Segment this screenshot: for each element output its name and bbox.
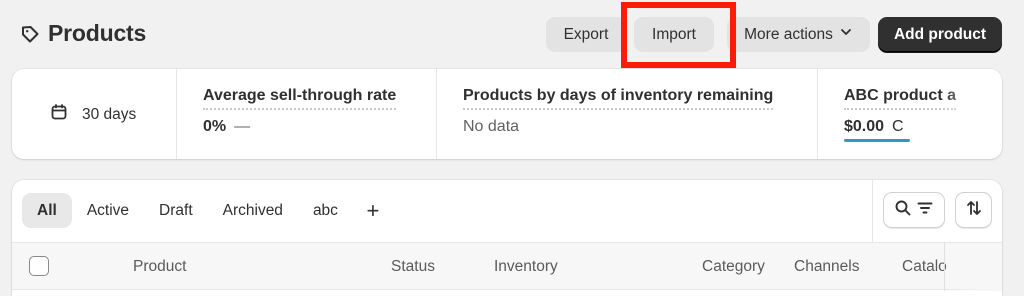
import-highlight-box <box>621 2 736 68</box>
divider <box>176 69 177 159</box>
add-view-button[interactable]: + <box>353 193 393 228</box>
filter-icon <box>916 199 934 222</box>
table-header-row: Product Status Inventory Category Channe… <box>12 242 1002 291</box>
active-metric-indicator <box>844 139 910 142</box>
toolbar-divider <box>872 180 873 242</box>
chevron-down-icon <box>839 25 853 44</box>
column-header-product[interactable]: Product <box>133 258 186 276</box>
metric-value-row: $0.00 C <box>844 118 956 136</box>
metric-title: Average sell-through rate <box>203 87 397 110</box>
page-title: Products <box>48 20 147 46</box>
search-icon <box>894 199 912 222</box>
view-tabs: All Active Draft Archived abc + <box>22 193 393 228</box>
title-wrap: Products <box>20 20 146 47</box>
metric-sell-through[interactable]: Average sell-through rate 0% — <box>203 87 397 136</box>
divider <box>436 69 437 159</box>
metric-value: No data <box>463 118 520 135</box>
metric-abc-analysis[interactable]: ABC product a $0.00 C <box>844 87 956 136</box>
metric-days-of-inventory[interactable]: Products by days of inventory remaining … <box>463 87 774 136</box>
page-header: Products Export Import More actions Add … <box>0 0 1024 68</box>
tab-draft[interactable]: Draft <box>144 193 208 228</box>
metric-title: Products by days of inventory remaining <box>463 87 774 110</box>
column-divider <box>944 243 945 291</box>
tab-active[interactable]: Active <box>72 193 144 228</box>
export-button[interactable]: Export <box>546 17 626 52</box>
divider <box>817 69 818 159</box>
metric-trend: — <box>234 118 251 135</box>
metric-title: ABC product a <box>844 87 956 110</box>
metric-value: 0% <box>203 118 227 135</box>
column-header-inventory[interactable]: Inventory <box>494 258 558 276</box>
column-header-catalogs[interactable]: Catalo <box>902 258 947 276</box>
metric-suffix: C <box>892 118 904 135</box>
calendar-icon <box>50 103 68 126</box>
date-range-label: 30 days <box>82 105 137 123</box>
more-actions-button[interactable]: More actions <box>727 17 870 52</box>
column-header-channels[interactable]: Channels <box>794 258 860 276</box>
select-all-checkbox[interactable] <box>29 256 49 276</box>
metric-value: $0.00 <box>844 118 885 135</box>
add-product-button[interactable]: Add product <box>878 17 1002 52</box>
sort-button[interactable] <box>955 192 992 228</box>
tab-archived[interactable]: Archived <box>208 193 298 228</box>
column-header-status[interactable]: Status <box>391 258 435 276</box>
analytics-card: 30 days Average sell-through rate 0% — P… <box>12 69 1002 159</box>
more-actions-label: More actions <box>744 25 833 43</box>
tab-all[interactable]: All <box>22 193 72 228</box>
scroll-fade <box>946 243 1002 291</box>
products-card: All Active Draft Archived abc + Product … <box>12 180 1002 296</box>
metric-value-row: 0% — <box>203 118 396 136</box>
tab-abc[interactable]: abc <box>298 193 353 228</box>
column-header-category[interactable]: Category <box>702 258 765 276</box>
scroll-fade <box>942 69 1002 159</box>
search-filter-button[interactable] <box>883 192 945 228</box>
metric-value-row: No data <box>463 118 773 136</box>
sort-icon <box>965 199 983 222</box>
tag-icon <box>20 24 40 44</box>
date-range-picker[interactable]: 30 days <box>50 103 136 126</box>
